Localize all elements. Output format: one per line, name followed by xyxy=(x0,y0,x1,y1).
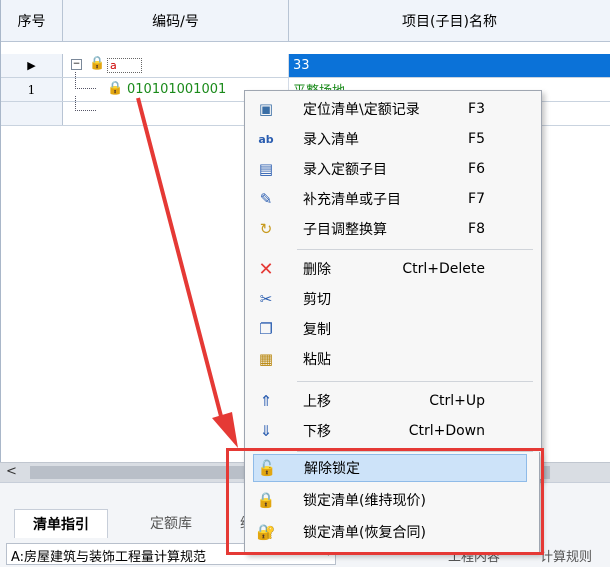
menu-item-locate[interactable]: ▣ 定位清单\定额记录 F3 xyxy=(245,95,539,123)
code-value[interactable]: a xyxy=(107,58,142,73)
menu-item-cut[interactable]: ✂ 剪切 xyxy=(245,285,539,313)
row-pointer-icon: ▶ xyxy=(27,59,36,72)
menu-item-enter-quota[interactable]: ▤ 录入定额子目 F6 xyxy=(245,155,539,183)
cut-icon: ✂ xyxy=(259,290,273,308)
adjust-icon: ↻ xyxy=(259,220,273,238)
header-name[interactable]: 项目(子目)名称 xyxy=(289,0,610,42)
menu-item-move-down[interactable]: ⇓ 下移 Ctrl+Down xyxy=(245,417,539,445)
menu-item-copy[interactable]: ❐ 复制 xyxy=(245,315,539,343)
code-cell[interactable]: − 🔒 a xyxy=(63,54,289,77)
lock-icon: 🔒 xyxy=(107,81,124,96)
annotation-highlight-box xyxy=(226,448,544,555)
header-code[interactable]: 编码/号 xyxy=(63,0,289,42)
row-number xyxy=(1,102,63,125)
tab-quota-library[interactable]: 定额库 xyxy=(150,509,192,537)
move-down-icon: ⇓ xyxy=(259,422,273,440)
library-value: A:房屋建筑与装饰工程量计算规范 xyxy=(11,550,207,565)
name-cell[interactable]: 33 xyxy=(289,54,610,77)
paste-icon: ▦ xyxy=(258,350,274,368)
tree-line xyxy=(75,72,96,89)
menu-item-move-up[interactable]: ⇑ 上移 Ctrl+Up xyxy=(245,387,539,415)
tab-bill-guide[interactable]: 清单指引 xyxy=(14,509,108,538)
menu-item-enter-bill[interactable]: ab 录入清单 F5 xyxy=(245,125,539,153)
collapse-icon[interactable]: − xyxy=(71,59,82,70)
menu-item-delete[interactable]: ✕ 删除 Ctrl+Delete xyxy=(245,255,539,283)
move-up-icon: ⇑ xyxy=(259,392,273,410)
header-seq[interactable]: 序号 xyxy=(1,0,63,42)
scroll-left-icon[interactable]: < xyxy=(6,464,17,479)
ab-entry-icon: ab xyxy=(258,132,274,146)
row-pointer: ▶ xyxy=(1,54,63,77)
code-value[interactable]: 010101001001 xyxy=(127,82,226,97)
context-menu: ▣ 定位清单\定额记录 F3 ab 录入清单 F5 ▤ 录入定额子目 F6 ✎ … xyxy=(244,90,542,480)
menu-separator xyxy=(297,249,533,250)
delete-icon: ✕ xyxy=(258,258,274,280)
row-number: 1 xyxy=(1,78,63,101)
locate-icon: ▣ xyxy=(258,100,274,118)
menu-item-supplement[interactable]: ✎ 补充清单或子目 F7 xyxy=(245,185,539,213)
wrench-icon: ✎ xyxy=(259,190,273,208)
menu-item-adjust[interactable]: ↻ 子目调整换算 F8 xyxy=(245,215,539,243)
lock-icon: 🔒 xyxy=(89,56,106,71)
calc-rules-link[interactable]: 计算规则 xyxy=(540,546,592,565)
menu-item-paste[interactable]: ▦ 粘贴 xyxy=(245,345,539,373)
copy-icon: ❐ xyxy=(259,320,273,338)
doc-entry-icon: ▤ xyxy=(258,160,274,178)
menu-separator xyxy=(297,381,533,382)
tree-line xyxy=(75,96,96,111)
